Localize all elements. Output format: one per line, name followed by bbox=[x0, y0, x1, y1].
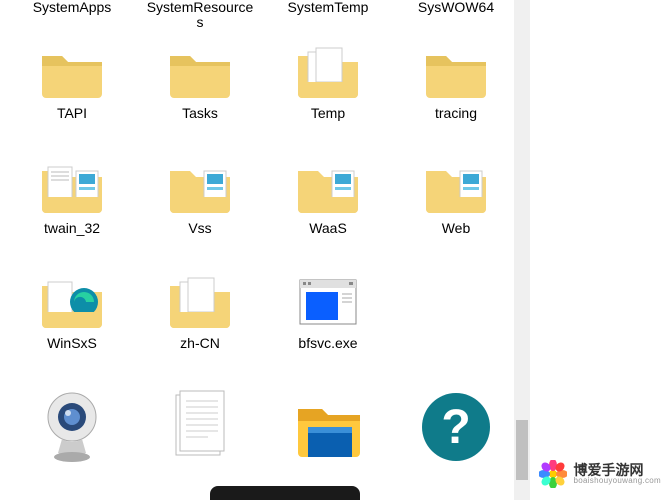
file-help[interactable]: ? bbox=[392, 381, 520, 481]
watermark-title: 博爱手游网 bbox=[573, 463, 661, 477]
webcam-icon bbox=[30, 387, 114, 467]
folder-label: WaaS bbox=[309, 221, 347, 236]
folder-syswow64[interactable]: SysWOW64 bbox=[392, 0, 520, 36]
folder-temp[interactable]: Temp bbox=[264, 36, 392, 151]
folder-label: Tasks bbox=[182, 106, 218, 121]
item-grid: SystemApps SystemResources SystemTemp Sy… bbox=[0, 0, 530, 481]
folder-label: SystemApps bbox=[33, 0, 112, 15]
folder-label: TAPI bbox=[57, 106, 87, 121]
folder-tapi[interactable]: TAPI bbox=[8, 36, 136, 151]
file-camera[interactable] bbox=[8, 381, 136, 481]
folder-docs-icon bbox=[292, 42, 364, 102]
folder-label: tracing bbox=[435, 106, 477, 121]
folder-winsxs[interactable]: WinSxS bbox=[8, 266, 136, 381]
folder-icon bbox=[36, 42, 108, 102]
folder-tracing[interactable]: tracing bbox=[392, 36, 520, 151]
document-icon bbox=[158, 387, 242, 467]
watermark-url: boaishouyouwang.com bbox=[573, 477, 661, 485]
folder-label: SysWOW64 bbox=[418, 0, 494, 15]
svg-text:?: ? bbox=[441, 401, 470, 454]
folder-waas[interactable]: WaaS bbox=[264, 151, 392, 266]
watermark-text: 博爱手游网 boaishouyouwang.com bbox=[573, 463, 661, 485]
folder-edge-icon bbox=[36, 272, 108, 332]
folder-twain32[interactable]: twain_32 bbox=[8, 151, 136, 266]
folder-label: zh-CN bbox=[180, 336, 220, 351]
folder-icon bbox=[164, 42, 236, 102]
folder-preview-icon bbox=[420, 157, 492, 217]
help-icon: ? bbox=[414, 387, 498, 467]
folder-label: SystemTemp bbox=[288, 0, 369, 15]
folder-preview-icon bbox=[292, 157, 364, 217]
folder-tasks[interactable]: Tasks bbox=[136, 36, 264, 151]
file-explorer-pane: SystemApps SystemResources SystemTemp Sy… bbox=[0, 0, 530, 500]
folder-systemtemp[interactable]: SystemTemp bbox=[264, 0, 392, 36]
file-textdoc[interactable] bbox=[136, 381, 264, 481]
folder-docs-icon bbox=[164, 272, 236, 332]
scrollbar-thumb[interactable] bbox=[516, 420, 528, 480]
folder-vss[interactable]: Vss bbox=[136, 151, 264, 266]
folder-systemresources[interactable]: SystemResources bbox=[136, 0, 264, 36]
flower-logo-icon bbox=[539, 460, 567, 488]
taskbar-fragment bbox=[210, 486, 360, 500]
folder-preview-icon bbox=[36, 157, 108, 217]
folder-label: Web bbox=[442, 221, 471, 236]
watermark: 博爱手游网 boaishouyouwang.com bbox=[539, 460, 661, 488]
folder-label: Vss bbox=[188, 221, 211, 236]
folder-systemapps[interactable]: SystemApps bbox=[8, 0, 136, 36]
folder-label: WinSxS bbox=[47, 336, 97, 351]
folder-web[interactable]: Web bbox=[392, 151, 520, 266]
folder-label: SystemResources bbox=[145, 0, 255, 29]
folder-preview-icon bbox=[164, 157, 236, 217]
file-bfsvc[interactable]: bfsvc.exe bbox=[264, 266, 392, 381]
folder-icon bbox=[420, 42, 492, 102]
file-explorer-icon bbox=[286, 387, 370, 467]
folder-label: twain_32 bbox=[44, 221, 100, 236]
file-label: bfsvc.exe bbox=[298, 336, 357, 351]
scrollbar[interactable] bbox=[514, 0, 530, 500]
folder-label: Temp bbox=[311, 106, 345, 121]
empty-slot bbox=[392, 266, 520, 381]
file-explorer-app[interactable] bbox=[264, 381, 392, 481]
exe-window-icon bbox=[292, 272, 364, 332]
folder-zhcn[interactable]: zh-CN bbox=[136, 266, 264, 381]
